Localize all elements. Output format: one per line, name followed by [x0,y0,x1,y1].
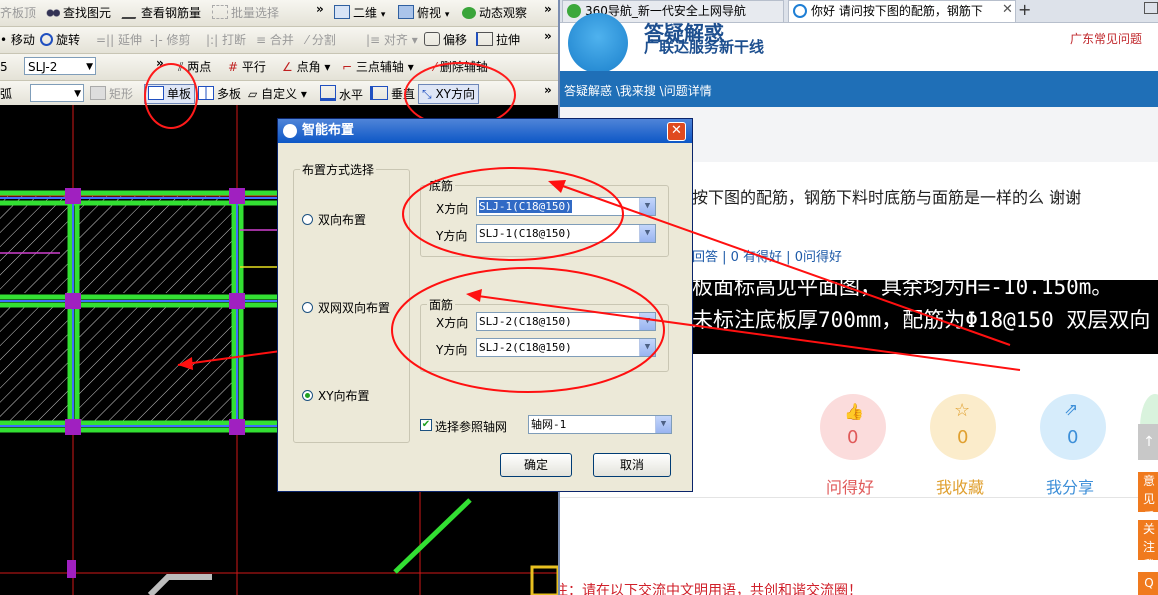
annotation-overlay [391,167,1021,393]
annotation-arrow [559,184,1011,346]
annotation-circle [402,167,624,261]
arrow-head-icon [548,180,566,193]
annotation-circle [391,267,665,393]
annotation-arrow [477,295,1021,371]
arrow-head-icon [466,289,482,302]
